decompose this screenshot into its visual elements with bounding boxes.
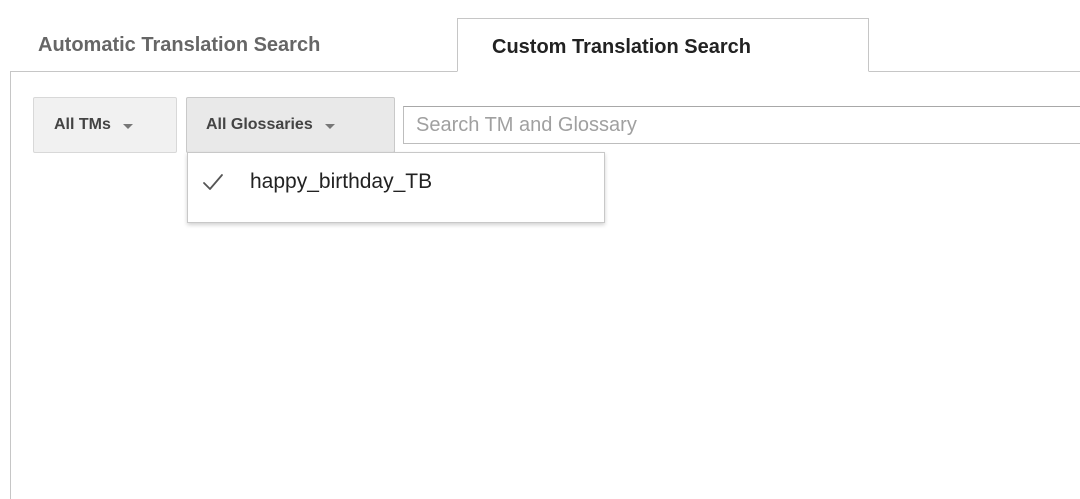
glossary-menu-item-label: happy_birthday_TB — [250, 170, 433, 193]
tab-label: Automatic Translation Search — [38, 33, 321, 56]
glossary-filter-dropdown[interactable]: All Glossaries — [186, 97, 395, 153]
glossary-dropdown-menu: happy_birthday_TB — [187, 152, 605, 223]
glossary-filter-label: All Glossaries — [206, 116, 313, 133]
caret-down-icon — [122, 123, 133, 129]
panel-border — [868, 71, 1080, 72]
tab-custom-translation-search[interactable]: Custom Translation Search — [457, 18, 869, 72]
search-input[interactable] — [403, 106, 1080, 144]
panel-border — [10, 71, 458, 72]
panel-border — [10, 71, 11, 499]
checkmark-icon — [203, 174, 223, 190]
glossary-menu-item[interactable]: happy_birthday_TB — [188, 163, 604, 203]
tab-label: Custom Translation Search — [492, 35, 751, 58]
tab-automatic-translation-search[interactable]: Automatic Translation Search — [10, 18, 458, 72]
caret-down-icon — [324, 123, 335, 129]
translation-search-panel: Automatic Translation Search Custom Tran… — [0, 0, 1080, 499]
tm-filter-label: All TMs — [54, 116, 111, 133]
tm-filter-dropdown[interactable]: All TMs — [33, 97, 177, 153]
